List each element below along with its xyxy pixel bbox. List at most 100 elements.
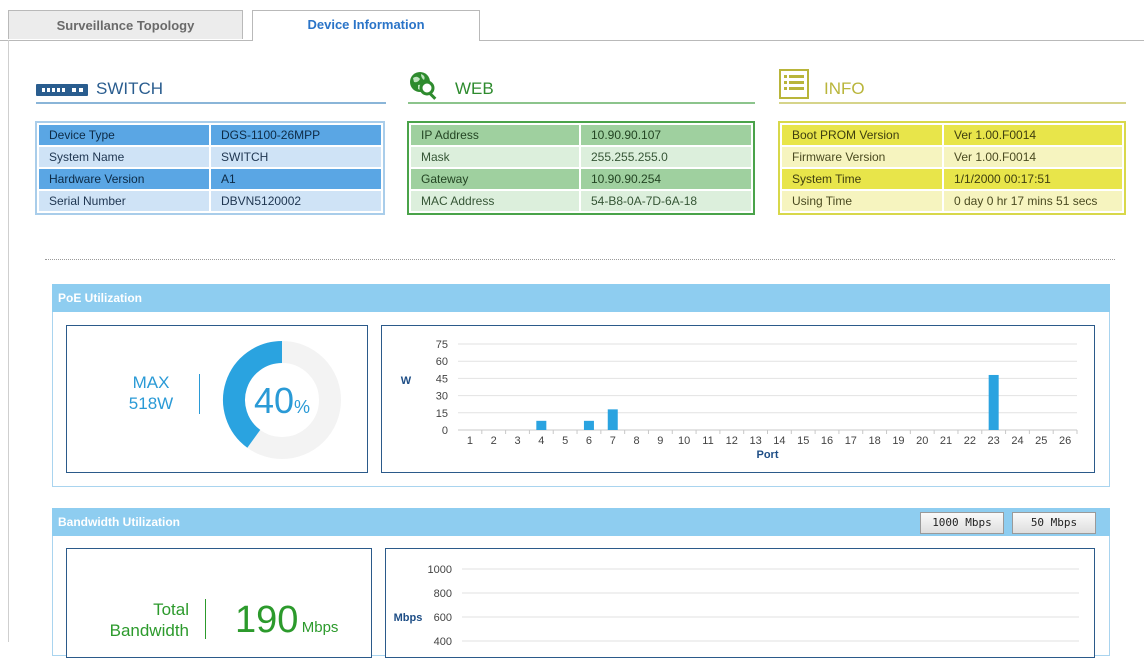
switch-value: DBVN5120002	[211, 191, 381, 211]
x-tick-label: 6	[586, 435, 592, 447]
poe-max-value: 518W	[128, 394, 174, 413]
table-row: Device Type DGS-1100-26MPP	[39, 125, 381, 145]
poe-summary-box: MAX 518W 40%	[66, 325, 368, 473]
x-tick-label: 5	[562, 435, 568, 447]
poe-separator	[199, 374, 200, 414]
x-tick-label: 22	[964, 435, 976, 447]
poe-max-label: MAX	[132, 373, 170, 392]
x-tick-label: 8	[633, 435, 639, 447]
x-tick-label: 4	[538, 435, 544, 447]
switch-title: SWITCH	[96, 79, 164, 98]
x-tick-label: 17	[845, 435, 857, 447]
poe-bar-chart: 01530456075W1 2 3 4 5 6 7 8 9 10 11 12 13 14 15 16 17 18 1…	[401, 339, 1078, 461]
tab-surveillance-topology[interactable]: Surveillance Topology	[8, 10, 243, 39]
x-tick-label: 20	[916, 435, 928, 447]
y-tick-label: 600	[434, 612, 452, 624]
y-tick-label: 45	[436, 373, 448, 385]
poe-panel-header: PoE Utilization	[52, 284, 1110, 312]
table-row: System Time 1/1/2000 00:17:51	[782, 169, 1122, 189]
y-axis-label: Mbps	[394, 612, 423, 624]
x-tick-label: 11	[702, 435, 713, 447]
poe-max-text: MAX 518W	[111, 372, 191, 414]
y-tick-label: 30	[436, 391, 448, 403]
web-value: 10.90.90.254	[581, 169, 751, 189]
bandwidth-total-label-1: Total	[153, 600, 189, 619]
info-label: System Time	[782, 169, 942, 189]
info-value: Ver 1.00.F0014	[944, 125, 1122, 145]
bandwidth-total-unit: Mbps	[301, 619, 339, 636]
x-tick-label: 3	[514, 435, 520, 447]
table-row: System Name SWITCH	[39, 147, 381, 167]
web-label: Gateway	[411, 169, 579, 189]
info-label: Using Time	[782, 191, 942, 211]
switch-label: System Name	[39, 147, 209, 167]
x-tick-label: 10	[678, 435, 690, 447]
poe-percent-text: 40%	[254, 380, 310, 421]
web-value: 54-B8-0A-7D-6A-18	[581, 191, 751, 211]
web-label: IP Address	[411, 125, 579, 145]
table-row: Firmware Version Ver 1.00.F0014	[782, 147, 1122, 167]
x-tick-label: 15	[797, 435, 809, 447]
tab-device-information[interactable]: Device Information	[252, 10, 480, 41]
x-tick-label: 19	[892, 435, 904, 447]
bandwidth-bar-chart: 2004006008001000Mbps	[394, 564, 1079, 648]
x-tick-label: 9	[657, 435, 663, 447]
info-value: Ver 1.00.F0014	[944, 147, 1122, 167]
web-globe-icon	[408, 70, 440, 103]
info-list-icon	[779, 69, 809, 102]
web-table: IP Address 10.90.90.107 Mask 255.255.255.0…	[407, 121, 755, 215]
x-tick-label: 13	[749, 435, 761, 447]
y-tick-label: 800	[434, 588, 452, 600]
x-tick-label: 7	[610, 435, 616, 447]
web-value: 255.255.255.0	[581, 147, 751, 167]
bandwidth-header-label: Bandwidth Utilization	[58, 515, 180, 529]
x-tick-label: 14	[773, 435, 785, 447]
table-row: IP Address 10.90.90.107	[411, 125, 751, 145]
y-tick-label: 60	[436, 356, 448, 368]
x-tick-label: 18	[869, 435, 881, 447]
poe-chart-box: 0 15 30 45 60 75 W 1 2 3 4 5 6 7 8 9 10 11 12 13 14 15 16 17 18 1…	[381, 325, 1095, 473]
switch-table: Device Type DGS-1100-26MPP System Name SWI…	[35, 121, 385, 215]
bandwidth-separator	[205, 599, 206, 639]
web-value: 10.90.90.107	[581, 125, 751, 145]
bandwidth-total-text: Total Bandwidth	[79, 599, 189, 641]
section-separator	[45, 259, 1115, 260]
switch-divider	[36, 102, 386, 104]
web-title: WEB	[455, 79, 494, 98]
info-divider	[779, 102, 1126, 104]
bandwidth-total-value: 190	[235, 599, 299, 641]
switch-label: Hardware Version	[39, 169, 209, 189]
info-value: 1/1/2000 00:17:51	[944, 169, 1122, 189]
x-tick-label: 12	[726, 435, 738, 447]
web-divider	[408, 102, 755, 104]
table-row: Gateway 10.90.90.254	[411, 169, 751, 189]
bandwidth-50-button[interactable]: 50 Mbps	[1012, 512, 1096, 534]
switch-value: SWITCH	[211, 147, 381, 167]
table-row: Boot PROM Version Ver 1.00.F0014	[782, 125, 1122, 145]
x-tick-label: 25	[1035, 435, 1047, 447]
table-row: Using Time 0 day 0 hr 17 mins 51 secs	[782, 191, 1122, 211]
bar-port-23	[988, 374, 999, 430]
table-row: Hardware Version A1	[39, 169, 381, 189]
bar-port-6	[583, 420, 594, 430]
web-label: Mask	[411, 147, 579, 167]
x-tick-label: 24	[1011, 435, 1023, 447]
bandwidth-total-value-wrap: 190 Mbps	[235, 599, 338, 642]
switch-icon	[36, 82, 88, 101]
poe-donut: 40%	[223, 341, 341, 459]
y-axis-label: W	[401, 375, 412, 387]
x-tick-label: 26	[1059, 435, 1071, 447]
info-title: INFO	[824, 79, 865, 98]
x-tick-label: 16	[821, 435, 833, 447]
bar-port-7	[607, 409, 618, 430]
y-tick-label: 75	[436, 339, 448, 351]
x-tick-label: 2	[491, 435, 497, 447]
info-label: Firmware Version	[782, 147, 942, 167]
info-value: 0 day 0 hr 17 mins 51 secs	[944, 191, 1122, 211]
y-tick-label: 1000	[428, 564, 452, 576]
info-label: Boot PROM Version	[782, 125, 942, 145]
bar-port-4	[536, 420, 547, 430]
bandwidth-1000-button[interactable]: 1000 Mbps	[920, 512, 1004, 534]
bandwidth-total-label-2: Bandwidth	[109, 621, 189, 640]
info-table: Boot PROM Version Ver 1.00.F0014 Firmware…	[778, 121, 1126, 215]
